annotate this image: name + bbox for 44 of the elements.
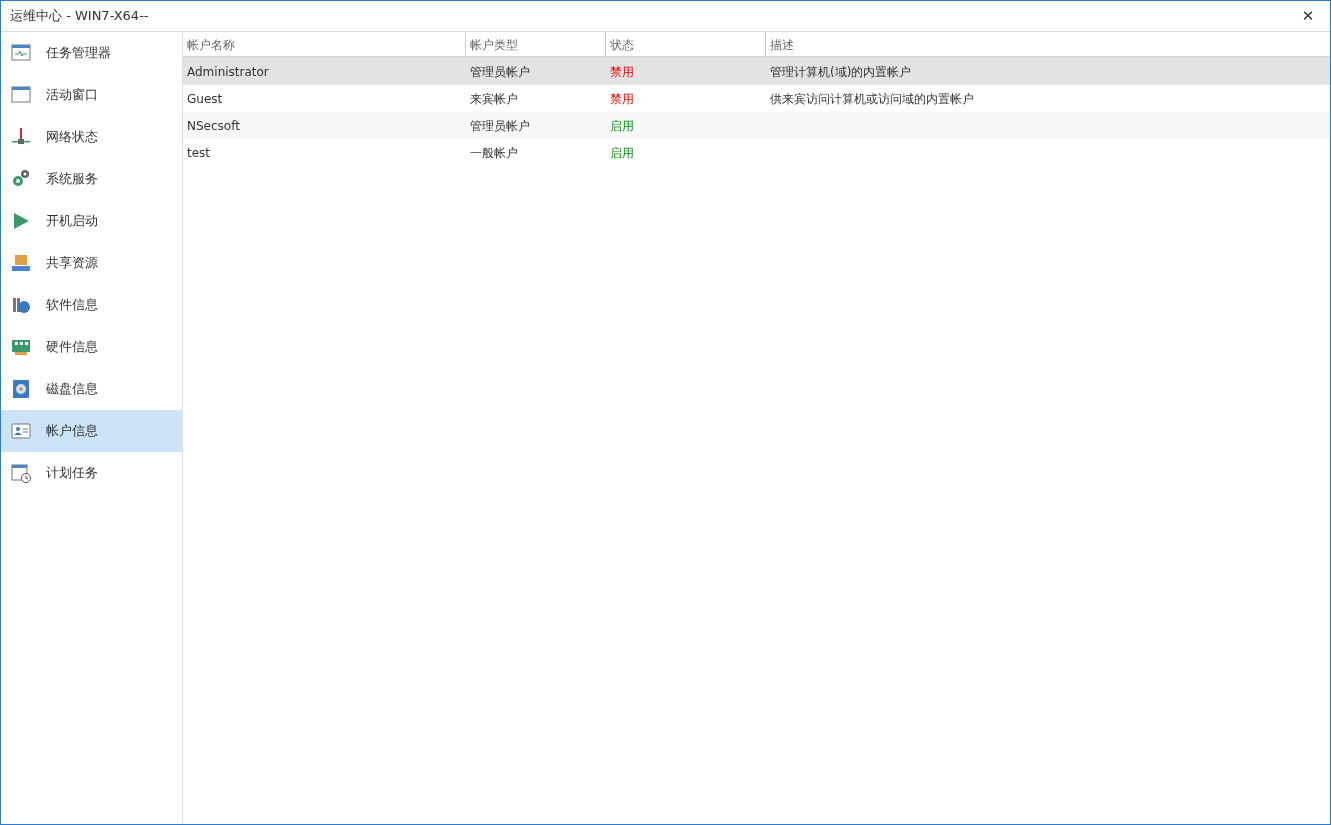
sidebar-item[interactable]: 任务管理器 (1, 32, 182, 74)
box-icon (11, 253, 31, 273)
column-header[interactable]: 状态 (606, 32, 766, 56)
sidebar-item[interactable]: 磁盘信息 (1, 368, 182, 410)
table-cell: 启用 (610, 145, 634, 160)
table-cell: 启用 (610, 118, 634, 133)
sidebar-item[interactable]: 活动窗口 (1, 74, 182, 116)
table-row[interactable]: test 一般帐户 启用 (183, 139, 1330, 166)
chip-icon (11, 337, 31, 357)
table-cell: test (187, 145, 211, 160)
table-cell: 一般帐户 (470, 145, 518, 160)
column-header[interactable]: 帐户名称 (183, 32, 466, 56)
window-title: 运维中心 - WIN7-X64-- (10, 7, 149, 26)
table-cell: 管理员帐户 (470, 64, 530, 79)
close-button[interactable]: ✕ (1286, 1, 1330, 31)
table-cell: 供来宾访问计算机或访问域的内置帐户 (770, 91, 974, 106)
network-icon (11, 127, 31, 147)
table-cell: 管理员帐户 (470, 118, 530, 133)
sidebar-item[interactable]: 硬件信息 (1, 326, 182, 368)
table-cell: 禁用 (610, 91, 634, 106)
gear-icon (11, 169, 31, 189)
monitor-icon (11, 43, 31, 63)
table-row[interactable]: NSecsoft 管理员帐户 启用 (183, 112, 1330, 139)
id-card-icon (11, 421, 31, 441)
sidebar-item[interactable]: 帐户信息 (1, 410, 182, 452)
table-cell: 管理计算机(域)的内置帐户 (770, 64, 912, 79)
table-row[interactable]: Administrator 管理员帐户 禁用 管理计算机(域)的内置帐户 (183, 58, 1330, 85)
table-cell: 禁用 (610, 64, 634, 79)
table-row[interactable]: Guest 来宾帐户 禁用 供来宾访问计算机或访问域的内置帐户 (183, 85, 1330, 112)
sidebar-item[interactable]: 计划任务 (1, 452, 182, 494)
table-cell: 来宾帐户 (470, 91, 518, 106)
column-header[interactable]: 描述 (766, 32, 1330, 56)
table-cell: Guest (187, 91, 223, 106)
table-cell: Administrator (187, 64, 269, 79)
play-icon (11, 211, 31, 231)
sidebar-item[interactable]: 系统服务 (1, 158, 182, 200)
sidebar-item[interactable]: 开机启动 (1, 200, 182, 242)
table-cell: NSecsoft (187, 118, 240, 133)
window-icon (11, 85, 31, 105)
column-header[interactable]: 帐户类型 (466, 32, 606, 56)
calendar-clock-icon (11, 463, 31, 483)
sidebar-item[interactable]: 软件信息 (1, 284, 182, 326)
sidebar-item[interactable]: 共享资源 (1, 242, 182, 284)
sidebar-item[interactable]: 网络状态 (1, 116, 182, 158)
